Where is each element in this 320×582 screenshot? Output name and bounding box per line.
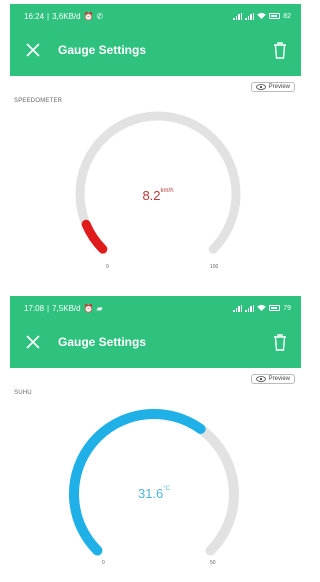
signal-icon: [233, 304, 243, 312]
battery-level: 79: [283, 304, 291, 312]
close-button[interactable]: [22, 39, 44, 61]
status-separator: |: [47, 303, 50, 313]
gauge-min-label: 0: [106, 264, 109, 270]
gauge: [75, 111, 241, 254]
wifi-icon: [257, 304, 267, 313]
delete-button[interactable]: [269, 38, 291, 62]
status-speed: 7,5KB/d: [52, 303, 81, 313]
page-title: Gauge Settings: [58, 335, 147, 349]
app-bar: 16:24 | 3,6KB/d ⏰ ✆ 82 Gauge Settings: [10, 4, 301, 76]
gauge-value-number: 31.6: [137, 486, 164, 501]
gauge-max-label: 100: [210, 264, 219, 270]
status-right: 82: [233, 12, 291, 21]
close-icon: [26, 335, 40, 349]
screenshot-speedometer: 16:24 | 3,6KB/d ⏰ ✆ 82 Gauge Settings Pr…: [10, 4, 301, 276]
gauge-unit: °C: [163, 486, 171, 492]
close-button[interactable]: [22, 331, 44, 353]
gauge-fill: [81, 219, 108, 254]
trash-icon: [274, 41, 286, 59]
alarm-icon: ⏰: [83, 303, 94, 313]
signal-icon: [233, 12, 243, 20]
battery-icon: [269, 13, 281, 19]
status-time: 16:24: [24, 11, 45, 21]
message-icon: ▰: [96, 303, 103, 313]
trash-icon: [274, 333, 286, 351]
gauge: [69, 408, 239, 556]
status-time: 17:08: [24, 303, 45, 313]
gauge-unit: km/h: [160, 188, 174, 194]
gauge-max-label: 50: [210, 560, 216, 566]
signal-icon: [245, 12, 255, 20]
status-bar: 16:24 | 3,6KB/d ⏰ ✆ 82: [10, 4, 301, 28]
wifi-icon: [257, 12, 267, 21]
toolbar: Gauge Settings: [10, 28, 301, 72]
gauge-value-number: 8.2: [142, 188, 161, 203]
gauge-value: 8.2km/h: [128, 188, 188, 203]
screenshot-temperature: 17:08 | 7,5KB/d ⏰ ▰ 79 Gauge Settings Pr…: [10, 296, 301, 578]
gauge-panel: Preview SUHU 31.6°C 0 50: [10, 368, 301, 578]
app-bar: 17:08 | 7,5KB/d ⏰ ▰ 79 Gauge Settings: [10, 296, 301, 368]
gauge-track: [75, 111, 241, 254]
close-icon: [26, 43, 40, 57]
status-right: 79: [233, 304, 291, 313]
delete-button[interactable]: [269, 330, 291, 354]
signal-icon: [245, 304, 255, 312]
alarm-icon: ⏰: [83, 11, 94, 21]
page-title: Gauge Settings: [58, 43, 147, 57]
status-left: 17:08 | 7,5KB/d ⏰ ▰: [24, 304, 103, 313]
whatsapp-icon: ✆: [96, 11, 104, 21]
battery-level: 82: [283, 12, 291, 20]
gauge-fill: [69, 408, 206, 556]
battery-icon: [269, 305, 281, 311]
status-left: 16:24 | 3,6KB/d ⏰ ✆: [24, 12, 103, 21]
gauge-panel: Preview SPEEDOMETER 8.2km/h 0 100: [10, 76, 301, 276]
gauge-min-label: 0: [102, 560, 105, 566]
status-speed: 3,6KB/d: [52, 11, 81, 21]
status-bar: 17:08 | 7,5KB/d ⏰ ▰ 79: [10, 296, 301, 320]
gauge-value: 31.6°C: [124, 486, 184, 501]
status-separator: |: [47, 11, 50, 21]
toolbar: Gauge Settings: [10, 320, 301, 364]
